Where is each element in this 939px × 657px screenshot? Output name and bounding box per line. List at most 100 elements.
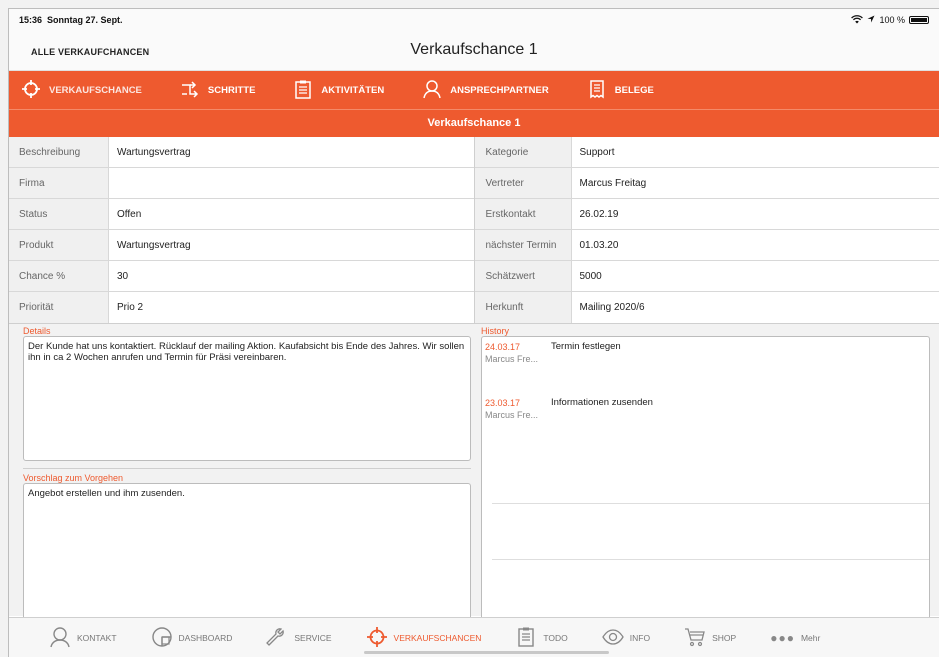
bottom-tab-label: SERVICE [294,632,332,643]
field-value: Prio 2 [117,302,144,313]
history-item[interactable]: 24.03.17 Marcus Fre... Termin festlegen [482,337,929,393]
field-value: 26.02.19 [579,208,619,220]
field-label: nächster Termin [474,230,572,260]
bottom-tab-kontakt[interactable]: KONTAKT [49,626,117,650]
wrench-icon [266,626,288,650]
status-date: Sonntag 27. Sept. [47,15,123,25]
field-label: Status [9,199,109,229]
notes-area: Details Der Kunde hat uns kontaktiert. R… [9,324,939,623]
home-indicator[interactable] [364,651,609,654]
tab-belege[interactable]: BELEGE [587,79,654,102]
bottom-tab-label: SHOP [712,632,737,643]
history-item[interactable]: 23.03.17 Marcus Fre... Informationen zus… [482,393,929,449]
field-value: 30 [117,270,129,282]
tab-ansprechpartner[interactable]: ANSPRECHPARTNER [422,79,549,102]
fields-grid: Beschreibung Wartungsvertrag Firma Status… [9,137,939,324]
history-text: Informationen zusenden [551,397,653,408]
field-naechster-termin[interactable]: nächster Termin 01.03.20 [474,230,939,261]
field-beschreibung[interactable]: Beschreibung Wartungsvertrag [9,137,474,168]
bottom-tab-dashboard[interactable]: DASHBOARD [151,626,233,650]
status-time-date: 15:36 Sonntag 27. Sept. [19,15,123,25]
field-label: Kategorie [474,137,572,167]
history-list[interactable]: 24.03.17 Marcus Fre... Termin festlegen … [481,336,930,618]
fields-right-column: Kategorie Support Vertreter Marcus Freitag… [474,137,939,323]
field-schaetzwert[interactable]: Schätzwert 5000 [474,261,939,292]
field-produkt[interactable]: Produkt Wartungsvertrag [9,230,474,261]
page-title: Verkaufschance 1 [410,41,538,58]
field-firma[interactable]: Firma [9,168,474,199]
history-meta: 24.03.17 Marcus Fre... [485,341,549,393]
vorschlag-textarea[interactable]: Angebot erstellen und ihm zusenden. [23,483,471,623]
bottom-tab-label: INFO [629,632,651,643]
crosshair-icon [366,626,388,650]
field-chance[interactable]: Chance % 30 [9,261,474,292]
tab-label: SCHRITTE [207,84,256,96]
bottom-tab-bar: KONTAKT DASHBOARD SERVICE VERKAUFSCHANCE… [9,617,939,657]
navigation-bar: ALLE VERKAUFCHANCEN Verkaufschance 1 [9,31,939,71]
field-value: Offen [117,208,142,220]
receipt-icon [587,79,607,102]
notes-right: History 24.03.17 Marcus Fre... Termin fe… [479,324,939,618]
tab-aktivitaeten[interactable]: AKTIVITÄTEN [293,79,384,102]
tab-schritte[interactable]: SCHRITTE [180,79,256,102]
field-value: Wartungsvertrag [117,239,191,251]
bottom-tab-label: TODO [543,632,568,643]
divider [23,468,471,469]
steps-arrow-icon [180,79,200,102]
field-value: Support [579,146,615,158]
field-label: Chance % [9,261,109,291]
field-herkunft[interactable]: Herkunft Mailing 2020/6 [474,292,939,323]
bottom-tab-service[interactable]: SERVICE [266,626,332,650]
details-caption: Details [23,326,51,336]
field-value: Marcus Freitag [579,177,647,189]
wifi-icon [851,14,864,26]
more-icon: ●●● [770,630,795,645]
battery-percent: 100 % [879,15,905,25]
tab-bar: VERKAUFSCHANCE SCHRITTE AKTIVITÄTEN ANSP… [9,71,939,109]
person-icon [422,79,442,102]
field-label: Vertreter [474,168,572,198]
bottom-tab-info[interactable]: INFO [602,626,650,650]
field-label: Schätzwert [474,261,572,291]
dashboard-icon [151,626,173,650]
notes-left: Details Der Kunde hat uns kontaktiert. R… [9,324,479,623]
field-label: Beschreibung [9,137,109,167]
history-user: Marcus Fre... [485,410,539,420]
field-value: 5000 [579,270,602,282]
field-value: 01.03.20 [579,239,619,251]
history-text: Termin festlegen [551,341,621,352]
field-vertreter[interactable]: Vertreter Marcus Freitag [474,168,939,199]
cart-icon [684,626,706,650]
bottom-tab-shop[interactable]: SHOP [684,626,736,650]
history-divider [492,503,929,504]
bottom-tab-todo[interactable]: TODO [515,626,568,650]
field-kategorie[interactable]: Kategorie Support [474,137,939,168]
fields-left-column: Beschreibung Wartungsvertrag Firma Status… [9,137,475,323]
details-textarea[interactable]: Der Kunde hat uns kontaktiert. Rücklauf … [23,336,471,461]
field-label: Produkt [9,230,109,260]
field-erstkontakt[interactable]: Erstkontakt 26.02.19 [474,199,939,230]
clipboard-icon [515,626,537,650]
tab-verkaufschance[interactable]: VERKAUFSCHANCE [21,79,142,102]
bottom-tab-mehr[interactable]: ●●● Mehr [770,631,820,645]
person-icon [49,626,71,650]
field-status[interactable]: Status Offen [9,199,474,230]
crosshair-icon [21,79,41,102]
tab-label: VERKAUFSCHANCE [49,84,142,96]
history-divider [492,559,929,560]
history-caption: History [481,326,510,336]
app-window: 15:36 Sonntag 27. Sept. 100 % ALLE VERKA… [8,8,939,657]
status-time: 15:36 [19,15,43,25]
status-bar: 15:36 Sonntag 27. Sept. 100 % [9,9,939,31]
field-value: Wartungsvertrag [117,146,191,158]
bottom-tab-verkaufschancen[interactable]: VERKAUFSCHANCEN [366,626,481,650]
status-right: 100 % [851,14,929,26]
eye-icon [602,626,624,650]
section-title: Verkaufschance 1 [9,109,939,137]
field-prioritaet[interactable]: Priorität Prio 2 [9,292,474,323]
history-meta: 23.03.17 Marcus Fre... [485,397,549,449]
bottom-tab-label: KONTAKT [77,632,117,643]
bottom-tab-label: DASHBOARD [178,632,233,643]
vorschlag-caption: Vorschlag zum Vorgehen [23,473,124,483]
tab-label: BELEGE [614,84,654,96]
